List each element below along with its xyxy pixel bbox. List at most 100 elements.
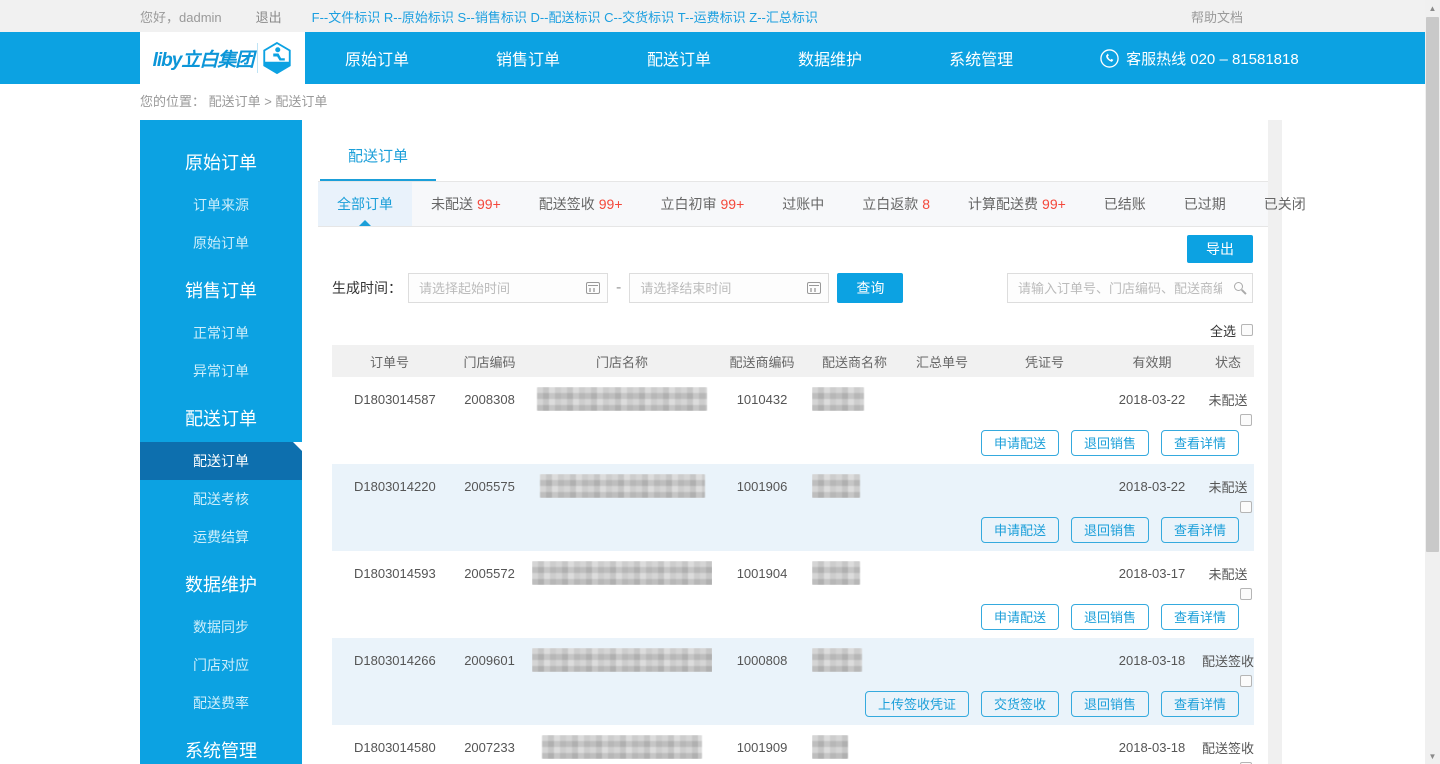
export-button[interactable]: 导出 [1187, 235, 1253, 263]
sidebar-item-订单来源[interactable]: 订单来源 [140, 186, 302, 224]
action-button-退回销售[interactable]: 退回销售 [1070, 516, 1149, 543]
order-number-cell: D1803014580 [354, 739, 436, 755]
sidebar-group: 销售订单 正常订单 异常订单 [140, 268, 302, 390]
tabs-bar: 配送订单 [318, 120, 1268, 182]
status-cell: 配送签收 [1202, 653, 1254, 669]
store-code-cell: 2008308 [464, 391, 515, 407]
sidebar-item-配送订单[interactable]: 配送订单 [140, 442, 302, 480]
action-button-退回销售[interactable]: 退回销售 [1070, 690, 1149, 717]
magnifier-icon[interactable] [1234, 282, 1243, 291]
distributor-name-redacted [812, 648, 862, 672]
sidebar-item-配送费率[interactable]: 配送费率 [140, 684, 302, 722]
subtab-已关闭[interactable]: 已关闭 [1245, 182, 1325, 226]
table-row: D1803014220 2005575 1001906 2018-03-22 未配送申请… [332, 464, 1254, 551]
distributor-name-redacted [812, 387, 897, 411]
distributor-name-redacted [812, 735, 897, 759]
tab-delivery-orders[interactable]: 配送订单 [320, 137, 437, 181]
distributor-name-redacted [812, 648, 897, 672]
subtab-计算配送费[interactable]: 计算配送费 99+ [949, 182, 1085, 226]
nav-item-销售订单[interactable]: 销售订单 [496, 46, 560, 70]
calendar-icon[interactable] [807, 282, 822, 294]
subtab-count-badge: 8 [922, 196, 931, 212]
store-name-redacted [532, 648, 712, 672]
subtab-label: 全部订单 [337, 196, 393, 212]
sidebar-group-title-配送订单[interactable]: 配送订单 [140, 396, 302, 442]
distributor-code-cell: 1001904 [736, 565, 788, 581]
subtab-已结账[interactable]: 已结账 [1085, 182, 1165, 226]
sidebar-item-原始订单[interactable]: 原始订单 [140, 224, 302, 262]
select-all-checkbox[interactable] [1241, 324, 1253, 336]
scroll-down-icon[interactable]: ▼ [1425, 748, 1440, 764]
sidebar-item-异常订单[interactable]: 异常订单 [140, 352, 302, 390]
scrollbar-thumb[interactable] [1426, 17, 1439, 552]
row-checkbox[interactable] [1240, 588, 1252, 600]
sidebar-group-title-数据维护[interactable]: 数据维护 [140, 562, 302, 608]
subtab-count-badge: 99+ [598, 196, 623, 212]
sidebar-item-数据同步[interactable]: 数据同步 [140, 608, 302, 646]
nav-item-数据维护[interactable]: 数据维护 [798, 46, 862, 70]
table-row: D1803014580 2007233 1001909 2018-03-18 配送签收 [332, 725, 1254, 764]
start-date-input[interactable] [408, 273, 608, 303]
action-button-申请配送[interactable]: 申请配送 [980, 429, 1059, 456]
logo-hexagon-icon [263, 41, 292, 75]
sidebar-item-门店对应[interactable]: 门店对应 [140, 646, 302, 684]
sidebar-group-title-原始订单[interactable]: 原始订单 [140, 140, 302, 186]
order-data-line: D1803014580 2007233 1001909 2018-03-18 配送签收 [332, 725, 1254, 764]
sidebar-item-配送考核[interactable]: 配送考核 [140, 480, 302, 518]
subtab-label: 立白返款 [862, 196, 919, 212]
row-checkbox[interactable] [1240, 501, 1252, 513]
action-button-上传签收凭证[interactable]: 上传签收凭证 [864, 690, 969, 717]
sidebar-group: 系统管理 [140, 728, 302, 764]
subtab-未配送[interactable]: 未配送 99+ [412, 182, 520, 226]
subtab-过账中[interactable]: 过账中 [763, 182, 843, 226]
action-button-退回销售[interactable]: 退回销售 [1070, 429, 1149, 456]
action-button-申请配送[interactable]: 申请配送 [980, 516, 1059, 543]
subtab-立白返款[interactable]: 立白返款 8 [843, 182, 949, 226]
scroll-up-icon[interactable]: ▲ [1425, 0, 1440, 16]
end-date-input[interactable] [629, 273, 830, 303]
column-header: 门店编码 [463, 354, 516, 370]
nav-item-配送订单[interactable]: 配送订单 [647, 46, 711, 70]
distributor-code-cell: 1001906 [736, 478, 788, 494]
sidebar-item-正常订单[interactable]: 正常订单 [140, 314, 302, 352]
action-button-查看详情[interactable]: 查看详情 [1160, 516, 1239, 543]
store-name-redacted [532, 735, 712, 759]
action-button-查看详情[interactable]: 查看详情 [1160, 429, 1239, 456]
sidebar-group-title-销售订单[interactable]: 销售订单 [140, 268, 302, 314]
subtab-label: 过账中 [782, 196, 825, 212]
calendar-icon[interactable] [586, 282, 600, 294]
subtab-label: 配送签收 [538, 196, 595, 212]
query-button[interactable]: 查询 [837, 273, 904, 303]
top-utility-bar: 您好，dadmin 退出 F--文件标识 R--原始标识 S--销售标识 D--… [0, 0, 1425, 32]
order-search-input[interactable] [1007, 273, 1253, 303]
sidebar-group-title-系统管理[interactable]: 系统管理 [140, 728, 302, 764]
subtab-已过期[interactable]: 已过期 [1165, 182, 1245, 226]
row-checkbox[interactable] [1240, 414, 1252, 426]
logo-text: liby立白集团 [152, 49, 255, 71]
vertical-scrollbar[interactable]: ▲ ▼ [1425, 0, 1440, 764]
store-name-redacted [532, 648, 712, 672]
main-navbar: liby立白集团 原始订单 销售订单 配送订单 数据维护 系统管理 客服热线 020 –… [0, 32, 1425, 84]
logout-link[interactable]: 退出 [256, 7, 282, 26]
store-name-redacted [532, 387, 712, 411]
order-number-cell: D1803014587 [354, 391, 436, 407]
action-button-查看详情[interactable]: 查看详情 [1160, 603, 1239, 630]
nav-item-系统管理[interactable]: 系统管理 [949, 46, 1013, 70]
action-button-交货签收[interactable]: 交货签收 [980, 690, 1059, 717]
help-doc-link[interactable]: 帮助文档 [1191, 7, 1243, 26]
subtab-label: 立白初审 [660, 196, 717, 212]
distributor-name-redacted [812, 561, 897, 585]
action-button-查看详情[interactable]: 查看详情 [1160, 690, 1239, 717]
nav-item-原始订单[interactable]: 原始订单 [345, 46, 409, 70]
subtab-立白初审[interactable]: 立白初审 99+ [642, 182, 764, 226]
order-data-line: D1803014220 2005575 1001906 2018-03-22 未配送 [332, 464, 1254, 513]
subtab-全部订单[interactable]: 全部订单 [318, 182, 412, 226]
subtab-配送签收[interactable]: 配送签收 99+ [520, 182, 642, 226]
logo[interactable]: liby立白集团 [140, 32, 305, 84]
sidebar-item-运费结算[interactable]: 运费结算 [140, 518, 302, 556]
action-button-退回销售[interactable]: 退回销售 [1070, 603, 1149, 630]
column-header: 状态 [1214, 354, 1241, 370]
store-name-redacted [542, 735, 702, 759]
row-checkbox[interactable] [1240, 675, 1252, 687]
action-button-申请配送[interactable]: 申请配送 [980, 603, 1059, 630]
